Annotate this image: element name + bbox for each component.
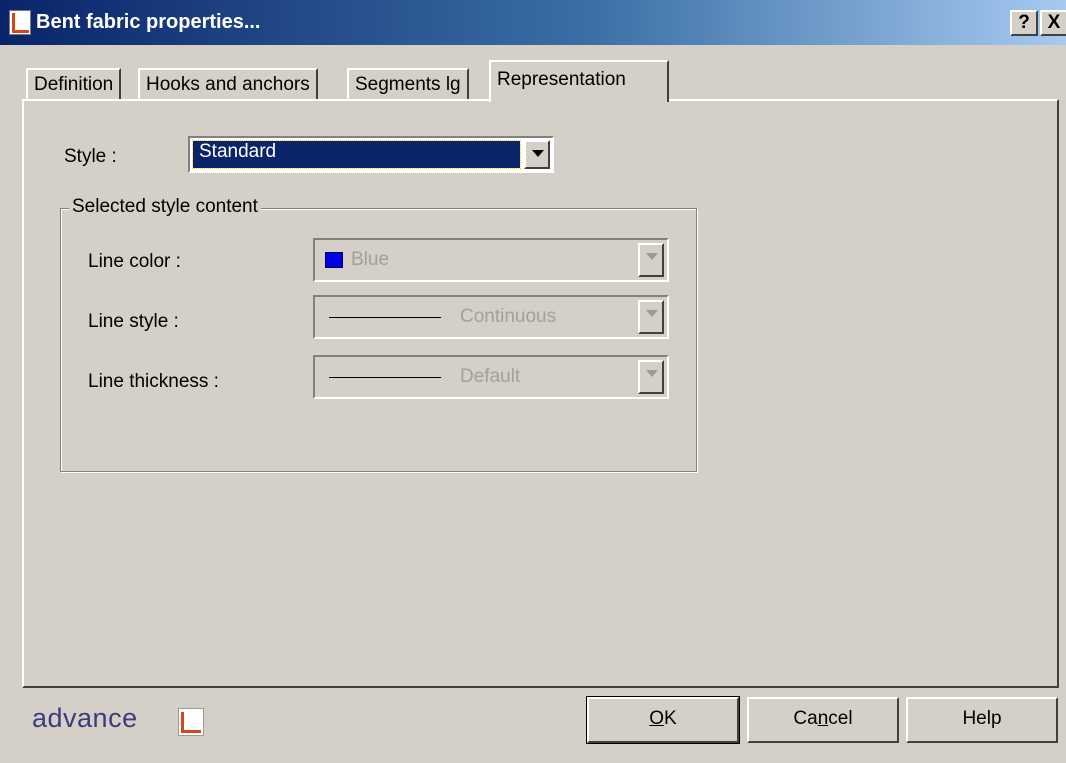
cancel-label-suffix: cel xyxy=(828,708,853,729)
ok-button[interactable]: OK xyxy=(586,696,740,744)
app-icon xyxy=(9,10,31,35)
tab-panel-representation: Style : Standard Selected style content … xyxy=(22,99,1059,688)
ok-label-mnemonic: O xyxy=(649,708,665,729)
title-bar[interactable]: Bent fabric properties... ? X xyxy=(0,0,1066,46)
cancel-label-prefix: Ca xyxy=(793,708,818,729)
tab-representation[interactable]: Representation xyxy=(489,60,669,102)
line-thickness-dropdown-button[interactable] xyxy=(638,360,664,394)
tab-segments-lg[interactable]: Segments lg xyxy=(347,68,469,100)
advance-logo: advance xyxy=(32,703,138,733)
close-icon[interactable]: X xyxy=(1040,10,1066,36)
line-color-dropdown-button[interactable] xyxy=(638,243,664,277)
selected-style-content-group: Selected style content Line color : Blue… xyxy=(60,196,697,472)
group-title: Selected style content xyxy=(69,196,261,218)
chevron-down-icon xyxy=(532,150,544,157)
line-style-preview xyxy=(329,317,441,318)
color-swatch xyxy=(325,252,343,268)
line-style-label: Line style : xyxy=(88,311,179,332)
window-title: Bent fabric properties... xyxy=(36,11,261,33)
line-thickness-preview xyxy=(329,377,441,378)
line-style-dropdown-button[interactable] xyxy=(638,300,664,334)
cancel-button[interactable]: Cancel xyxy=(747,697,899,743)
line-color-value: Blue xyxy=(351,249,390,270)
style-label: Style : xyxy=(64,146,117,167)
line-style-select[interactable]: Continuous xyxy=(313,295,669,339)
chevron-down-icon xyxy=(646,310,658,317)
tab-hooks-and-anchors[interactable]: Hooks and anchors xyxy=(138,68,318,100)
chevron-down-icon xyxy=(646,253,658,260)
help-button[interactable]: Help xyxy=(906,697,1058,743)
line-color-select[interactable]: Blue xyxy=(313,238,669,282)
line-color-label: Line color : xyxy=(88,251,181,272)
style-select-value: Standard xyxy=(192,140,521,169)
line-thickness-label: Line thickness : xyxy=(88,371,219,392)
style-select[interactable]: Standard xyxy=(188,136,554,173)
cancel-label-mnemonic: n xyxy=(817,708,829,729)
line-thickness-select[interactable]: Default xyxy=(313,355,669,399)
chevron-down-icon xyxy=(646,370,658,377)
tab-definition[interactable]: Definition xyxy=(26,68,122,100)
help-icon[interactable]: ? xyxy=(1010,10,1038,36)
line-thickness-value: Default xyxy=(460,366,521,387)
ok-label-suffix: K xyxy=(664,708,677,729)
style-dropdown-button[interactable] xyxy=(524,140,550,169)
line-style-value: Continuous xyxy=(460,306,557,327)
advance-logo-icon xyxy=(178,708,204,736)
